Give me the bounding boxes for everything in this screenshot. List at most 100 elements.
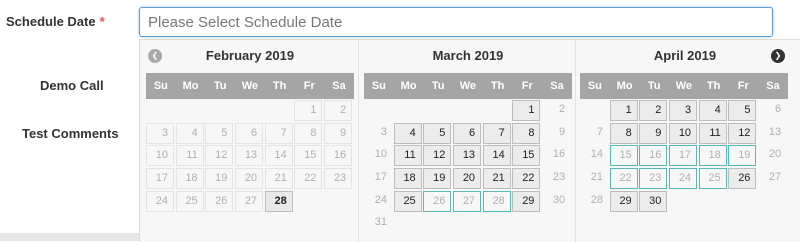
calendar-day-selected[interactable]: 28: [264, 190, 293, 212]
calendar-day: 24: [669, 168, 698, 190]
schedule-date-label-text: Schedule Date: [6, 14, 96, 29]
calendar-day[interactable]: 13: [453, 145, 482, 167]
calendar-day: 16: [639, 145, 668, 167]
calendar-day[interactable]: 5: [728, 100, 757, 121]
calendar-day: 9: [324, 122, 353, 144]
weekday-label: Tu: [205, 73, 236, 99]
calendar-day: 8: [294, 122, 323, 144]
month-divider: [575, 40, 576, 242]
calendar-day: 22: [294, 168, 323, 190]
weekday-label: Fr: [294, 73, 325, 99]
calendar-day[interactable]: 22: [512, 168, 541, 190]
weekday-label: Sa: [542, 73, 572, 99]
form-divider: [0, 233, 139, 241]
calendar-day: 3: [380, 125, 387, 138]
calendar-week-row: 21 22 23 24 25 26 27: [580, 168, 788, 190]
month-title: March 2019: [432, 48, 504, 63]
calendar-day: 28: [590, 193, 603, 206]
calendar-day: 11: [175, 145, 204, 167]
calendar-day: 16: [324, 145, 353, 167]
month-divider: [358, 40, 359, 242]
calendar-day[interactable]: 8: [512, 122, 541, 144]
weekday-label: Th: [482, 73, 513, 99]
calendar-day: 10: [146, 145, 174, 167]
calendar-day: 10: [374, 148, 387, 161]
calendar-day[interactable]: 14: [482, 145, 511, 167]
calendar-day: 7: [596, 125, 603, 138]
calendar-day[interactable]: 4: [393, 122, 422, 144]
calendar-day: 2: [559, 103, 566, 115]
weekday-header: Su Mo Tu We Th Fr Sa: [146, 73, 354, 99]
calendar-day: 13: [235, 145, 264, 167]
calendar-day[interactable]: 8: [609, 122, 638, 144]
calendar-day: 9: [559, 125, 566, 138]
calendar-day[interactable]: 25: [393, 190, 422, 212]
calendar-day[interactable]: 1: [609, 100, 638, 121]
month-calendar: April 2019 Su Mo Tu We Th Fr Sa 1 2 3 4 5 6 7 8 9 10 11 1…: [580, 40, 790, 242]
calendar-week-row: 17 18 19 20 21 22 23: [146, 168, 354, 190]
day-grid: 1 2 3 4 5 6 7 8 9 10 11 12 13 14 15 16 17 18 19 20 21 22 23 24 2…: [580, 100, 788, 213]
month-calendar: February 2019 Su Mo Tu We Th Fr Sa 1 2 3 4 5 6 7 8 9 10…: [146, 40, 354, 242]
calendar-day: 5: [205, 122, 234, 144]
calendar-day: 21: [264, 168, 293, 190]
day-grid: 1 2 3 4 5 6 7 8 9 10 11 12 13 14 15 16 17 18 19 20 21 22 23 24 2…: [364, 100, 572, 236]
weekday-label: Su: [580, 73, 610, 99]
calendar-day[interactable]: 4: [698, 100, 727, 121]
calendar-day[interactable]: 29: [609, 190, 638, 212]
calendar-day: 22: [609, 168, 638, 190]
calendar-day: 30: [552, 193, 566, 206]
calendar-day[interactable]: 11: [698, 122, 727, 144]
calendar-week-row: 31: [364, 213, 572, 235]
calendar-day[interactable]: 2: [639, 100, 668, 121]
calendar-day[interactable]: 9: [639, 122, 668, 144]
calendar-day[interactable]: 12: [423, 145, 452, 167]
calendar-day[interactable]: 19: [423, 168, 452, 190]
calendar-week-row: 28 29 30: [580, 190, 788, 213]
day-grid: 1 2 3 4 5 6 7 8 9 10 11 12 13 14 15 16 17 18 19 20 21 22 23 24 2…: [146, 100, 354, 213]
month-calendar: March 2019 Su Mo Tu We Th Fr Sa 1 2 3 4 5 6 7 8 9 10 11 1…: [364, 40, 572, 242]
calendar-day[interactable]: 5: [423, 122, 452, 144]
calendar-day: 23: [639, 168, 668, 190]
calendar-day[interactable]: 21: [482, 168, 511, 190]
calendar-day[interactable]: 10: [669, 122, 698, 144]
calendar-day[interactable]: 20: [453, 168, 482, 190]
calendar-day[interactable]: 6: [453, 122, 482, 144]
weekday-label: Su: [146, 73, 176, 99]
test-comments-label: Test Comments: [22, 126, 119, 141]
weekday-label: We: [235, 73, 265, 99]
weekday-label: We: [669, 73, 699, 99]
calendar-week-row: 7 8 9 10 11 12 13: [580, 122, 788, 145]
calendar-day[interactable]: 12: [728, 122, 757, 144]
calendar-day[interactable]: 1: [512, 100, 541, 121]
calendar-day[interactable]: 18: [393, 168, 422, 190]
calendar-day: 2: [324, 100, 353, 121]
calendar-week-row: 14 15 16 17 18 19 20: [580, 145, 788, 167]
calendar-day[interactable]: 30: [639, 190, 668, 212]
calendar-day: 17: [669, 145, 698, 167]
calendar-day[interactable]: 29: [512, 190, 541, 212]
calendar-day: 18: [698, 145, 727, 167]
weekday-label: Tu: [639, 73, 670, 99]
calendar-day: 24: [146, 190, 174, 212]
calendar-day[interactable]: 15: [512, 145, 541, 167]
calendar-day: 24: [374, 193, 387, 206]
weekday-label: Fr: [512, 73, 543, 99]
weekday-header: Su Mo Tu We Th Fr Sa: [364, 73, 572, 99]
weekday-label: Mo: [393, 73, 424, 99]
calendar-day: 14: [264, 145, 293, 167]
calendar-week-row: 24 25 26 27 28 29 30: [364, 190, 572, 213]
calendar-day: 27: [453, 190, 482, 212]
calendar-day: 16: [552, 148, 566, 161]
calendar-day[interactable]: 3: [669, 100, 698, 121]
weekday-label: Th: [698, 73, 729, 99]
calendar-day[interactable]: 7: [482, 122, 511, 144]
weekday-label: Mo: [609, 73, 640, 99]
calendar-week-row: 10 11 12 13 14 15 16: [146, 145, 354, 167]
calendar-day: 23: [552, 171, 566, 184]
calendar-day[interactable]: 11: [393, 145, 422, 167]
calendar-day: 19: [205, 168, 234, 190]
calendar-day[interactable]: 26: [728, 168, 757, 190]
schedule-date-input[interactable]: [139, 7, 773, 37]
calendar-week-row: 17 18 19 20 21 22 23: [364, 168, 572, 190]
calendar-day: 3: [146, 122, 174, 144]
